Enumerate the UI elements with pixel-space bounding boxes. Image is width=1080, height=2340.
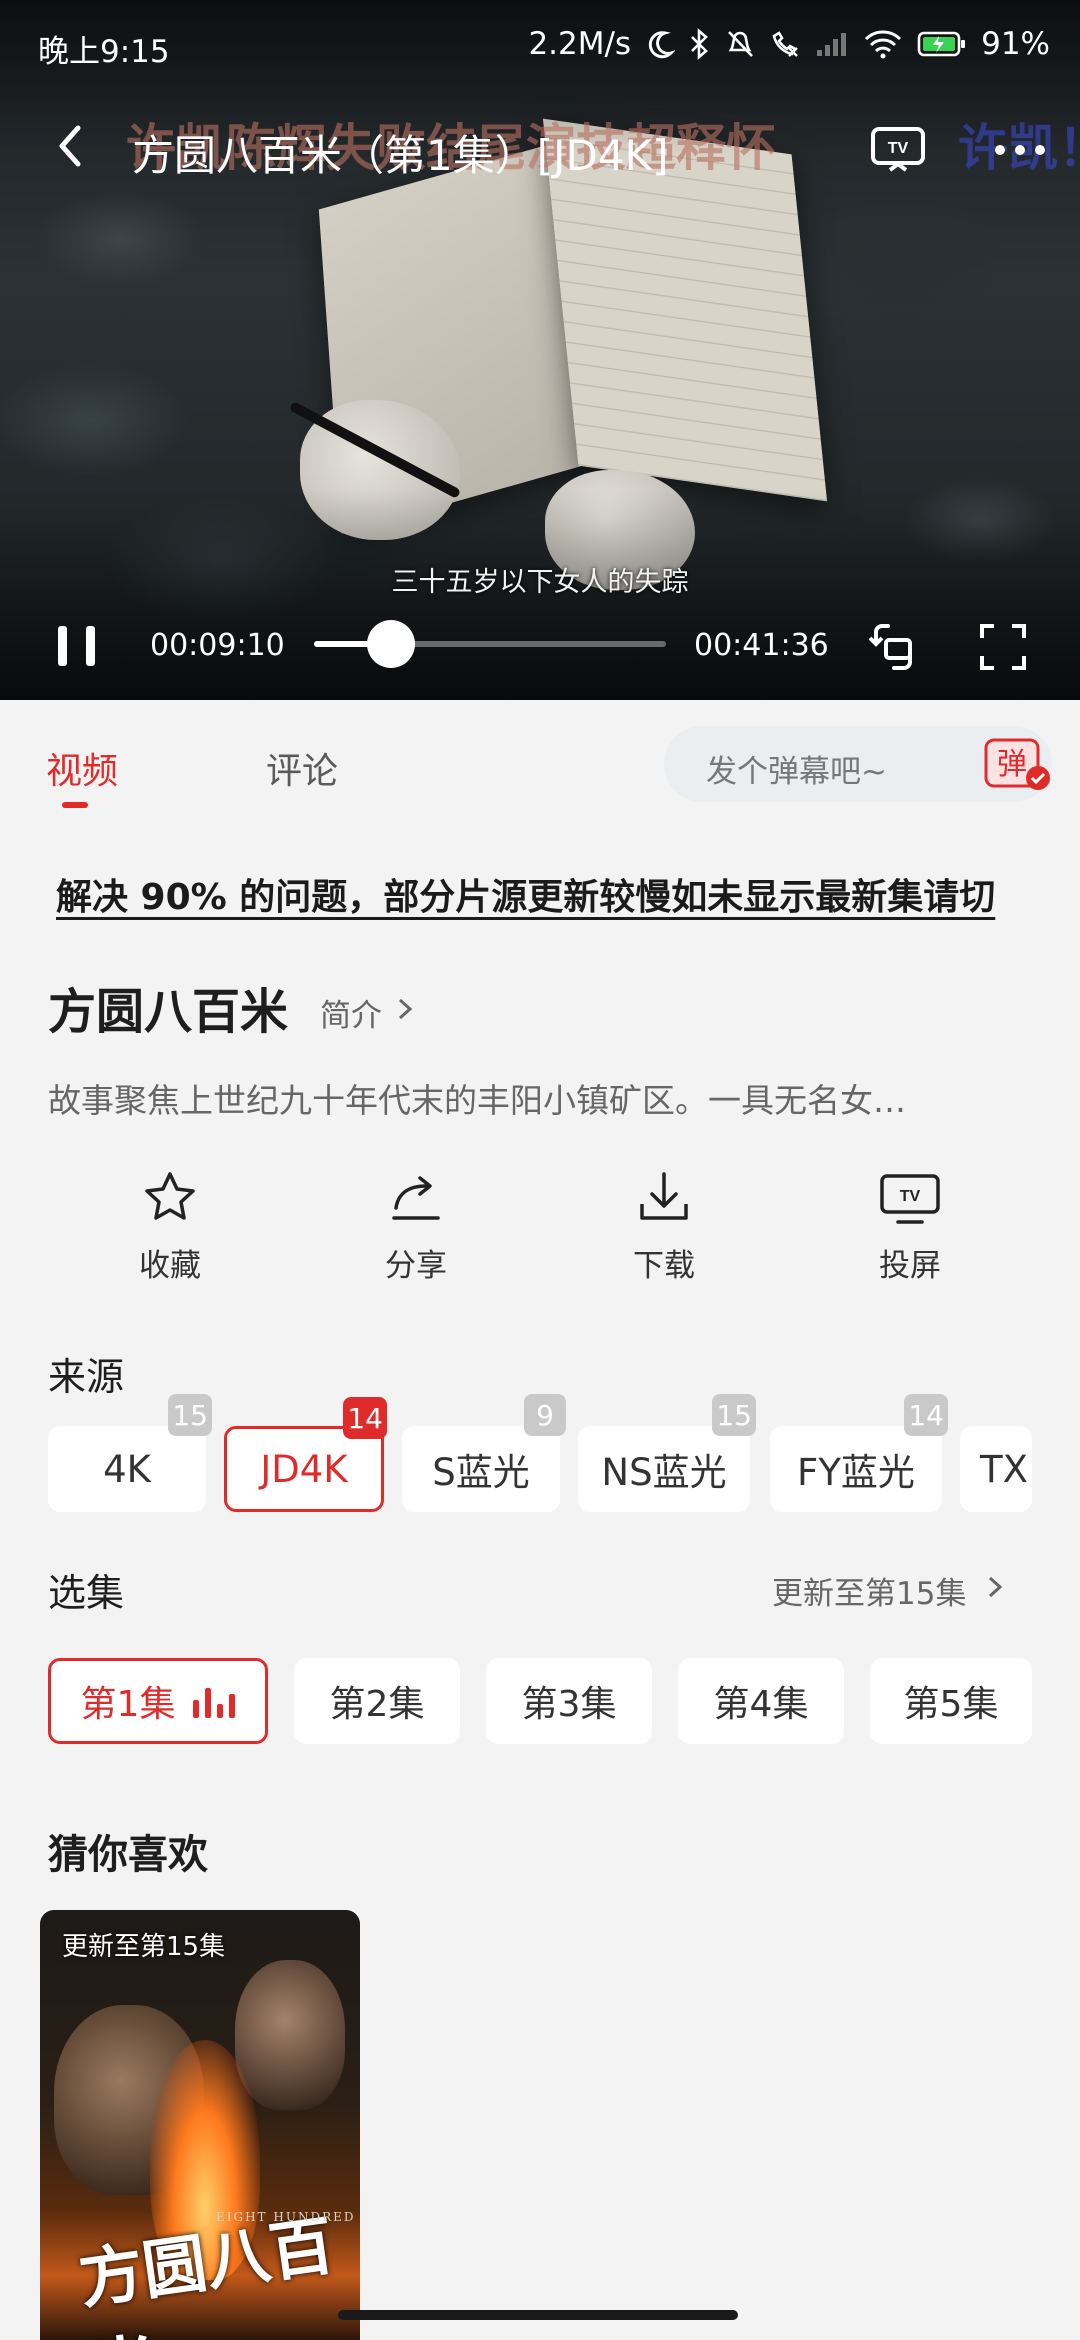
poster-face-right [235, 1960, 345, 2110]
notice-marquee: 解决 90% 的问题，部分片源更新较慢如未显示最新集请切 [56, 877, 996, 918]
chevron-left-icon [59, 125, 81, 167]
fullscreen-icon [980, 624, 1026, 670]
status-bar: 晚上9:15 2.2M/s 91% [0, 0, 1080, 92]
sources-title: 来源 [48, 1355, 125, 1399]
download-label: 下载 [633, 1248, 695, 1284]
intro-link[interactable]: 简介 [320, 990, 382, 1035]
back-button[interactable] [44, 118, 100, 174]
more-button[interactable] [990, 132, 1050, 168]
cast-label: 投屏 [879, 1248, 941, 1284]
episode-chip-label: 第4集 [713, 1684, 809, 1725]
source-count-badge: 15 [712, 1394, 756, 1436]
episode-chip-5[interactable]: 第5集 [870, 1658, 1032, 1744]
download-button[interactable]: 下载 [584, 1168, 744, 1285]
svg-text:TV: TV [888, 140, 909, 157]
source-chip-tx[interactable]: TX [960, 1426, 1032, 1512]
source-chip-s-bluray[interactable]: S蓝光 9 [402, 1394, 566, 1512]
video-player[interactable]: 晚上9:15 2.2M/s 91% 许凯陈辉失败结尾演技超释怀 许凯 方圆八百米… [0, 0, 1080, 700]
source-chip-label: FY蓝光 [797, 1451, 915, 1494]
pause-icon [58, 626, 95, 666]
wifi-icon [863, 29, 903, 59]
video-subtitle: 三十五岁以下女人的失踪 [391, 567, 689, 598]
danmu-toggle-icon: 弹 [984, 738, 1050, 790]
danmu-input-placeholder: 发个弹幕吧~ [706, 754, 887, 790]
playing-equalizer-icon [193, 1684, 236, 1718]
battery-icon [917, 30, 967, 58]
poster-update-badge: 更新至第15集 [62, 1932, 226, 1962]
status-time: 晚上9:15 [38, 34, 170, 70]
cast-tv-icon: TV [871, 127, 925, 172]
danmu-toggle-button[interactable]: 弹 [984, 736, 1054, 796]
moon-icon [645, 29, 676, 59]
tab-active-indicator [62, 802, 88, 808]
source-chip-jd4k[interactable]: JD4K 14 [224, 1397, 387, 1512]
source-chip-label: S蓝光 [432, 1451, 530, 1494]
episodes-title: 选集 [48, 1571, 125, 1615]
recommend-title: 猜你喜欢 [48, 1832, 208, 1878]
current-time: 00:09:10 [150, 628, 285, 663]
call-icon [769, 28, 801, 60]
source-chip-ns-bluray[interactable]: NS蓝光 15 [578, 1394, 756, 1512]
chevron-right-icon [988, 1576, 1003, 1598]
episode-chip-label: 第3集 [521, 1684, 617, 1725]
source-count-badge: 9 [524, 1394, 566, 1436]
status-indicators: 2.2M/s 91% [528, 26, 1050, 62]
bluetooth-icon [689, 28, 711, 60]
signal-icon [815, 30, 849, 58]
favorite-button[interactable]: 收藏 [90, 1168, 250, 1285]
show-title: 方圆八百米 [48, 984, 289, 1040]
episode-chip-4[interactable]: 第4集 [678, 1658, 844, 1744]
progress-bar[interactable] [314, 620, 666, 668]
total-time: 00:41:36 [694, 628, 829, 663]
cast-tv-button[interactable]: TV [870, 124, 926, 174]
episode-chip-3[interactable]: 第3集 [486, 1658, 652, 1744]
poster-subtitle: EIGHT HUNDRED [216, 2210, 356, 2224]
source-count-badge: 14 [343, 1397, 387, 1439]
share-icon [392, 1176, 440, 1220]
tab-video[interactable]: 视频 [46, 742, 118, 794]
episode-chip-label: 第1集 [80, 1684, 176, 1725]
pause-button[interactable] [54, 624, 100, 668]
source-count-badge: 14 [904, 1394, 948, 1436]
video-title: 方圆八百米（第1集）[JD4K] [132, 131, 669, 180]
cast-tv-icon: TV [880, 1174, 940, 1224]
source-chip-label: NS蓝光 [601, 1451, 727, 1494]
star-icon [145, 1172, 195, 1220]
source-chip-fy-bluray[interactable]: FY蓝光 14 [770, 1394, 948, 1512]
status-battery-percent: 91% [981, 26, 1050, 62]
source-chip-label: 4K [103, 1447, 151, 1491]
episode-chip-label: 第5集 [903, 1684, 999, 1725]
mute-bell-icon [725, 28, 755, 60]
share-button[interactable]: 分享 [336, 1168, 496, 1285]
episode-chip-2[interactable]: 第2集 [294, 1658, 460, 1744]
episode-chip-label: 第2集 [329, 1684, 425, 1725]
share-label: 分享 [385, 1248, 447, 1284]
cast-button[interactable]: TV 投屏 [830, 1168, 990, 1285]
fullscreen-button[interactable] [978, 622, 1028, 672]
rotate-screen-button[interactable] [866, 620, 920, 674]
episode-chip-1[interactable]: 第1集 [48, 1658, 268, 1744]
favorite-label: 收藏 [139, 1248, 201, 1284]
tab-comments[interactable]: 评论 [266, 742, 338, 794]
source-count-badge: 15 [168, 1394, 212, 1436]
episodes-update-link[interactable]: 更新至第15集 [772, 1568, 966, 1613]
rotate-screen-icon [868, 624, 912, 670]
danmu-toggle-label: 弹 [997, 747, 1027, 782]
status-net-speed: 2.2M/s [528, 26, 632, 62]
svg-text:TV: TV [900, 1188, 921, 1205]
source-chip-4k[interactable]: 4K 15 [48, 1394, 212, 1512]
show-description[interactable]: 故事聚焦上世纪九十年代末的丰阳小镇矿区。一具无名女… [48, 1074, 1038, 1122]
source-chip-label: JD4K [260, 1447, 348, 1491]
source-chip-label: TX [980, 1447, 1028, 1491]
recommend-card[interactable]: 更新至第15集 方圆八百米 EIGHT HUNDRED [40, 1910, 360, 2340]
download-icon [640, 1172, 688, 1220]
more-dots-icon [995, 145, 1045, 155]
chevron-right-icon [398, 998, 413, 1020]
home-indicator[interactable] [338, 2310, 738, 2320]
